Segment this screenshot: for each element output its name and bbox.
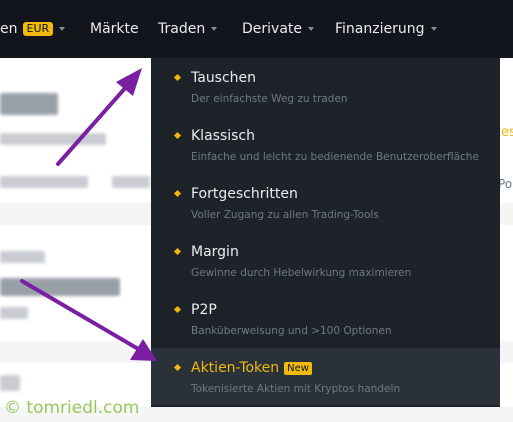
arrow-down-right-icon <box>20 279 157 361</box>
annotation-arrows <box>20 68 157 361</box>
copyright-watermark: © tomriedl.com <box>4 398 140 418</box>
arrow-up-right-icon <box>56 68 142 166</box>
